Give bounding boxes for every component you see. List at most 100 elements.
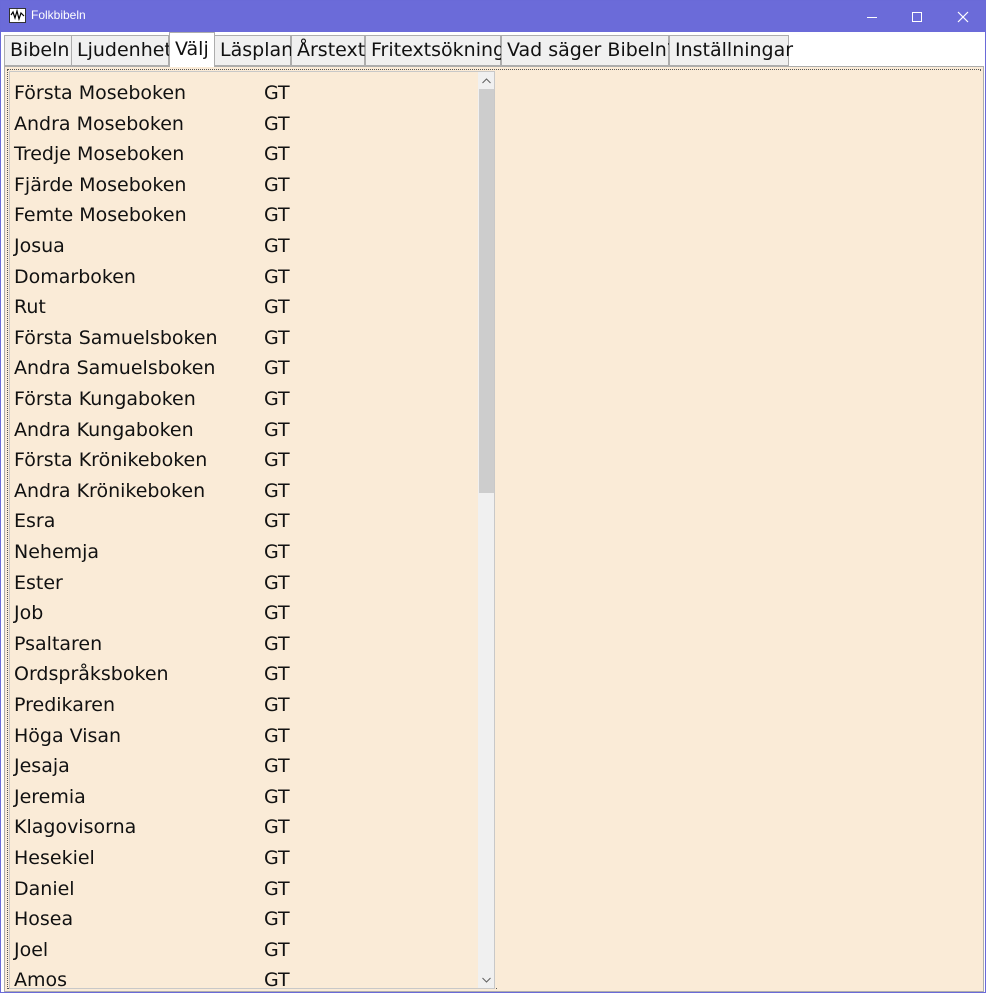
detail-pane — [497, 71, 981, 989]
book-name: Rut — [14, 296, 46, 319]
book-name: Job — [14, 602, 44, 625]
book-name: Tredje Moseboken — [14, 143, 185, 166]
list-item[interactable]: Ester GT — [10, 567, 478, 597]
minimize-icon — [867, 16, 877, 18]
list-item[interactable]: Daniel GT — [10, 873, 478, 903]
tab-lasplan[interactable]: Läsplan — [214, 35, 293, 66]
list-item[interactable]: Andra Krönikeboken GT — [10, 475, 478, 505]
testament-label: GT — [264, 143, 290, 166]
tab-installningar[interactable]: Inställningar — [669, 35, 793, 66]
testament-label: GT — [264, 449, 290, 472]
testament-label: GT — [264, 816, 290, 839]
testament-label: GT — [264, 82, 290, 104]
book-name: Joel — [14, 938, 49, 961]
tab-bibeln[interactable]: Bibeln — [4, 35, 72, 66]
book-name: Första Kungaboken — [14, 388, 196, 410]
list-item[interactable]: Andra Samuelsboken GT — [10, 352, 478, 382]
list-item[interactable]: Första Kungaboken GT — [10, 383, 478, 413]
book-name: Ordspråksboken — [14, 663, 169, 686]
tab-content-panel: Första Moseboken GT Andra Moseboken GT Tredj… — [4, 66, 984, 992]
maximize-button[interactable] — [894, 1, 940, 32]
list-item[interactable]: Första Krönikeboken GT — [10, 444, 478, 474]
book-name: Jeremia — [14, 785, 86, 808]
testament-label: GT — [264, 938, 290, 961]
chevron-up-icon — [482, 77, 491, 83]
list-item[interactable]: Predikaren GT — [10, 689, 478, 719]
tab-ljudenhet[interactable]: Ljudenhet — [71, 35, 172, 66]
testament-label: GT — [264, 877, 290, 900]
list-item[interactable]: Jeremia GT — [10, 781, 478, 811]
list-item[interactable]: Psaltaren GT — [10, 628, 478, 658]
book-name: Domarboken — [14, 265, 136, 288]
list-item[interactable]: Nehemja GT — [10, 536, 478, 566]
list-item[interactable]: Första Samuelsboken GT — [10, 322, 478, 352]
list-item[interactable]: Jesaja GT — [10, 750, 478, 780]
list-item[interactable]: Ordspråksboken GT — [10, 658, 478, 688]
scroll-thumb[interactable] — [479, 89, 494, 493]
list-item[interactable]: Esra GT — [10, 505, 478, 535]
book-name: Jesaja — [14, 755, 70, 778]
book-name: Esra — [14, 510, 56, 533]
scroll-down-button[interactable] — [478, 971, 494, 988]
list-item[interactable]: Joel GT — [10, 934, 478, 964]
book-name: Höga Visan — [14, 724, 122, 747]
list-item[interactable]: Första Moseboken GT — [10, 77, 478, 107]
list-item[interactable]: Rut GT — [10, 291, 478, 321]
testament-label: GT — [264, 571, 290, 594]
tab-arstext[interactable]: Årstext — [291, 35, 365, 66]
close-icon — [957, 11, 969, 22]
testament-label: GT — [264, 112, 290, 135]
testament-label: GT — [264, 357, 290, 380]
book-name: Andra Kungaboken — [14, 418, 194, 441]
list-item[interactable]: Höga Visan GT — [10, 720, 478, 750]
tab-valj[interactable]: Välj — [169, 32, 215, 67]
book-name: Josua — [14, 235, 65, 257]
list-item[interactable]: Hosea GT — [10, 903, 478, 933]
app-logo-icon — [9, 8, 26, 23]
testament-label: GT — [264, 908, 290, 931]
book-name: Amos — [14, 969, 68, 989]
book-name: Daniel — [14, 877, 75, 900]
testament-label: GT — [264, 479, 290, 502]
book-name: Fjärde Moseboken — [14, 173, 187, 196]
testament-label: GT — [264, 694, 290, 716]
testament-label: GT — [264, 204, 290, 227]
book-name: Hosea — [14, 908, 74, 931]
list-item[interactable]: Job GT — [10, 597, 478, 627]
close-button[interactable] — [940, 1, 986, 32]
testament-label: GT — [264, 235, 290, 257]
book-name: Klagovisorna — [14, 816, 137, 839]
tab-strip: Bibeln Ljudenhet Välj Läsplan Årstext Fr… — [1, 32, 985, 67]
tab-fritextsokning[interactable]: Fritextsökning — [365, 35, 505, 66]
minimize-button[interactable] — [849, 1, 895, 32]
testament-label: GT — [264, 755, 290, 778]
list-item[interactable]: Josua GT — [10, 230, 478, 260]
list-item[interactable]: Femte Moseboken GT — [10, 199, 478, 229]
book-name: Första Krönikeboken — [14, 449, 208, 472]
list-item[interactable]: Amos GT — [10, 964, 478, 989]
book-name: Psaltaren — [14, 632, 103, 655]
vertical-scrollbar[interactable] — [478, 72, 494, 988]
list-item[interactable]: Tredje Moseboken GT — [10, 138, 478, 168]
title-bar[interactable]: Folkbibeln — [1, 1, 985, 32]
testament-label: GT — [264, 418, 290, 441]
scroll-up-button[interactable] — [478, 72, 494, 89]
list-item[interactable]: Andra Kungaboken GT — [10, 414, 478, 444]
testament-label: GT — [264, 510, 290, 533]
app-window: Folkbibeln Bibeln Ljudenhet Välj Läsplan… — [0, 0, 986, 993]
book-name: Predikaren — [14, 694, 115, 716]
testament-label: GT — [264, 265, 290, 288]
testament-label: GT — [264, 663, 290, 686]
book-name: Femte Moseboken — [14, 204, 187, 227]
list-item[interactable]: Fjärde Moseboken GT — [10, 169, 478, 199]
list-item[interactable]: Klagovisorna GT — [10, 811, 478, 841]
window-title: Folkbibeln — [31, 8, 86, 22]
book-list[interactable]: Första Moseboken GT Andra Moseboken GT Tredj… — [9, 71, 495, 989]
list-item[interactable]: Hesekiel GT — [10, 842, 478, 872]
testament-label: GT — [264, 632, 290, 655]
list-item[interactable]: Andra Moseboken GT — [10, 108, 478, 138]
testament-label: GT — [264, 724, 290, 747]
tab-vad-sager-bibeln[interactable]: Vad säger Bibeln? — [501, 35, 677, 66]
list-item[interactable]: Domarboken GT — [10, 261, 478, 291]
testament-label: GT — [264, 326, 290, 349]
